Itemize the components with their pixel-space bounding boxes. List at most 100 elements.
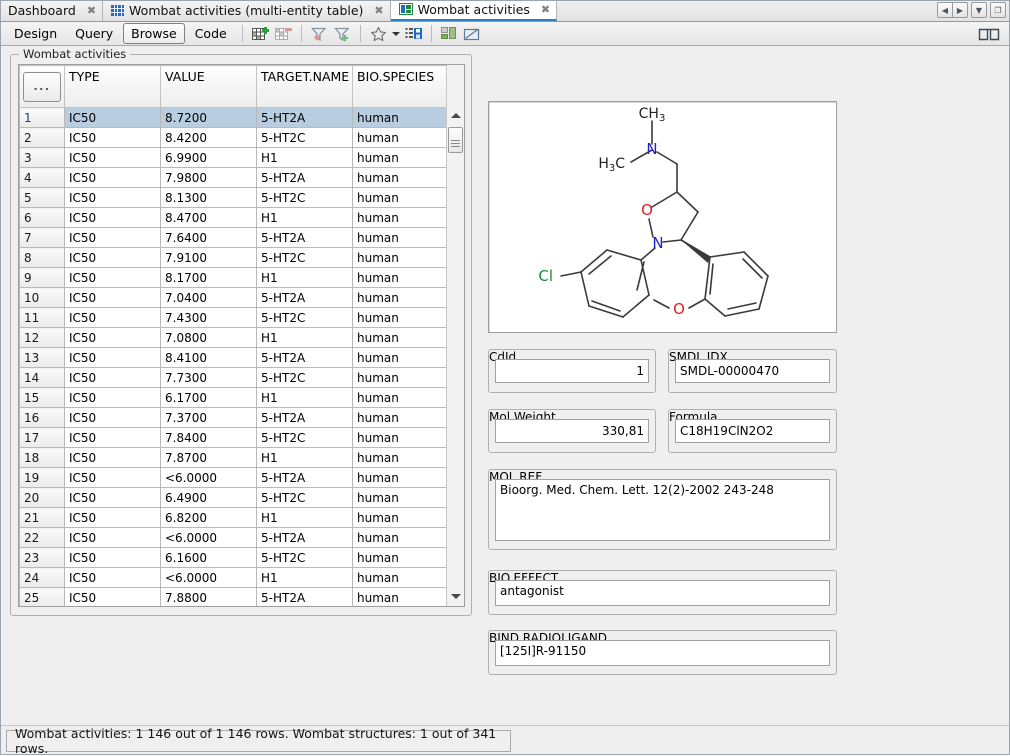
grid-vertical-scrollbar[interactable] [446, 65, 464, 606]
open-external-icon[interactable] [462, 24, 483, 43]
row-number-cell[interactable]: 18 [20, 448, 65, 468]
cell-value[interactable]: 7.8800 [161, 588, 257, 607]
cell-type[interactable]: IC50 [65, 408, 161, 428]
cell-bio-species[interactable]: human [353, 228, 447, 248]
form-layout-icon[interactable] [439, 24, 460, 43]
cell-type[interactable]: IC50 [65, 248, 161, 268]
cell-value[interactable]: 8.4700 [161, 208, 257, 228]
cell-value[interactable]: 8.1700 [161, 268, 257, 288]
table-row[interactable]: 19IC50<6.00005-HT2Ahuman [20, 468, 447, 488]
cell-value[interactable]: 8.7200 [161, 108, 257, 128]
row-number-cell[interactable]: 19 [20, 468, 65, 488]
cell-type[interactable]: IC50 [65, 348, 161, 368]
table-row[interactable]: 15IC506.1700H1human [20, 388, 447, 408]
data-grid[interactable]: ... TYPE VALUE TARGET.NAME BIO.SPECIES 1… [18, 64, 465, 607]
cell-bio-species[interactable]: human [353, 148, 447, 168]
mol-weight-field[interactable]: 330,81 [495, 419, 649, 443]
row-number-cell[interactable]: 25 [20, 588, 65, 607]
row-number-cell[interactable]: 17 [20, 428, 65, 448]
cell-type[interactable]: IC50 [65, 208, 161, 228]
table-row[interactable]: 8IC507.91005-HT2Chuman [20, 248, 447, 268]
cell-target-name[interactable]: 5-HT2A [257, 228, 353, 248]
cell-target-name[interactable]: 5-HT2C [257, 128, 353, 148]
cell-target-name[interactable]: 5-HT2A [257, 108, 353, 128]
cell-type[interactable]: IC50 [65, 128, 161, 148]
table-row[interactable]: 22IC50<6.00005-HT2Ahuman [20, 528, 447, 548]
cell-bio-species[interactable]: human [353, 488, 447, 508]
table-row[interactable]: 6IC508.4700H1human [20, 208, 447, 228]
cell-type[interactable]: IC50 [65, 448, 161, 468]
table-row[interactable]: 23IC506.16005-HT2Chuman [20, 548, 447, 568]
nav-back-button[interactable]: ◀ [937, 2, 953, 18]
column-header-target-name[interactable]: TARGET.NAME [257, 66, 353, 108]
row-number-cell[interactable]: 1 [20, 108, 65, 128]
cell-bio-species[interactable]: human [353, 368, 447, 388]
cell-type[interactable]: IC50 [65, 388, 161, 408]
bind-radioligand-field[interactable]: [125I]R-91150 [495, 640, 830, 666]
cell-target-name[interactable]: H1 [257, 508, 353, 528]
molecule-structure-panel[interactable]: N CH3 H3C O N O Cl [488, 101, 837, 333]
cell-bio-species[interactable]: human [353, 208, 447, 228]
bio-effect-field[interactable]: antagonist [495, 580, 830, 606]
nav-forward-button[interactable]: ▶ [952, 2, 968, 18]
cell-bio-species[interactable]: human [353, 348, 447, 368]
row-number-cell[interactable]: 21 [20, 508, 65, 528]
tab-close-icon[interactable]: ✖ [374, 5, 383, 16]
cell-target-name[interactable]: H1 [257, 328, 353, 348]
row-number-cell[interactable]: 23 [20, 548, 65, 568]
table-row[interactable]: 14IC507.73005-HT2Chuman [20, 368, 447, 388]
cell-type[interactable]: IC50 [65, 148, 161, 168]
cell-bio-species[interactable]: human [353, 388, 447, 408]
table-row[interactable]: 7IC507.64005-HT2Ahuman [20, 228, 447, 248]
row-number-cell[interactable]: 3 [20, 148, 65, 168]
row-number-cell[interactable]: 14 [20, 368, 65, 388]
cell-target-name[interactable]: 5-HT2C [257, 248, 353, 268]
column-chooser-button[interactable]: ... [23, 72, 61, 102]
cell-target-name[interactable]: 5-HT2A [257, 588, 353, 607]
add-row-icon[interactable] [250, 24, 271, 43]
cell-target-name[interactable]: 5-HT2C [257, 488, 353, 508]
table-row[interactable]: 13IC508.41005-HT2Ahuman [20, 348, 447, 368]
scroll-down-button[interactable] [447, 588, 464, 604]
cell-value[interactable]: 7.8700 [161, 448, 257, 468]
column-header-value[interactable]: VALUE [161, 66, 257, 108]
column-header-type[interactable]: TYPE [65, 66, 161, 108]
row-number-cell[interactable]: 22 [20, 528, 65, 548]
delete-row-icon[interactable] [273, 24, 294, 43]
cell-value[interactable]: <6.0000 [161, 568, 257, 588]
cell-target-name[interactable]: H1 [257, 148, 353, 168]
book-open-icon[interactable] [978, 26, 1000, 42]
cell-target-name[interactable]: H1 [257, 208, 353, 228]
toolbar-mode-code[interactable]: Code [187, 23, 235, 44]
cell-bio-species[interactable]: human [353, 308, 447, 328]
cell-value[interactable]: 8.4200 [161, 128, 257, 148]
column-header-bio-species[interactable]: BIO.SPECIES [353, 66, 447, 108]
tab-wombat-activities-multi-entity-table[interactable]: Wombat activities (multi-entity table) ✖ [103, 0, 391, 21]
favorites-dropdown-arrow-icon[interactable] [391, 24, 401, 43]
cell-type[interactable]: IC50 [65, 428, 161, 448]
cell-value[interactable]: 7.3700 [161, 408, 257, 428]
row-number-cell[interactable]: 24 [20, 568, 65, 588]
table-row[interactable]: 3IC506.9900H1human [20, 148, 447, 168]
cell-type[interactable]: IC50 [65, 228, 161, 248]
cell-type[interactable]: IC50 [65, 468, 161, 488]
toolbar-mode-browse[interactable]: Browse [123, 23, 185, 44]
cell-bio-species[interactable]: human [353, 288, 447, 308]
cell-value[interactable]: 6.1600 [161, 548, 257, 568]
cell-bio-species[interactable]: human [353, 168, 447, 188]
table-row[interactable]: 24IC50<6.0000H1human [20, 568, 447, 588]
cell-value[interactable]: 7.0800 [161, 328, 257, 348]
row-number-cell[interactable]: 11 [20, 308, 65, 328]
cell-value[interactable]: <6.0000 [161, 528, 257, 548]
cell-target-name[interactable]: 5-HT2C [257, 368, 353, 388]
cell-type[interactable]: IC50 [65, 508, 161, 528]
cell-bio-species[interactable]: human [353, 108, 447, 128]
cell-target-name[interactable]: 5-HT2A [257, 408, 353, 428]
cell-type[interactable]: IC50 [65, 268, 161, 288]
table-row[interactable]: 10IC507.04005-HT2Ahuman [20, 288, 447, 308]
cell-bio-species[interactable]: human [353, 548, 447, 568]
cdid-field[interactable]: 1 [495, 359, 649, 383]
toolbar-mode-query[interactable]: Query [67, 23, 121, 44]
cell-value[interactable]: 7.9800 [161, 168, 257, 188]
cell-type[interactable]: IC50 [65, 188, 161, 208]
